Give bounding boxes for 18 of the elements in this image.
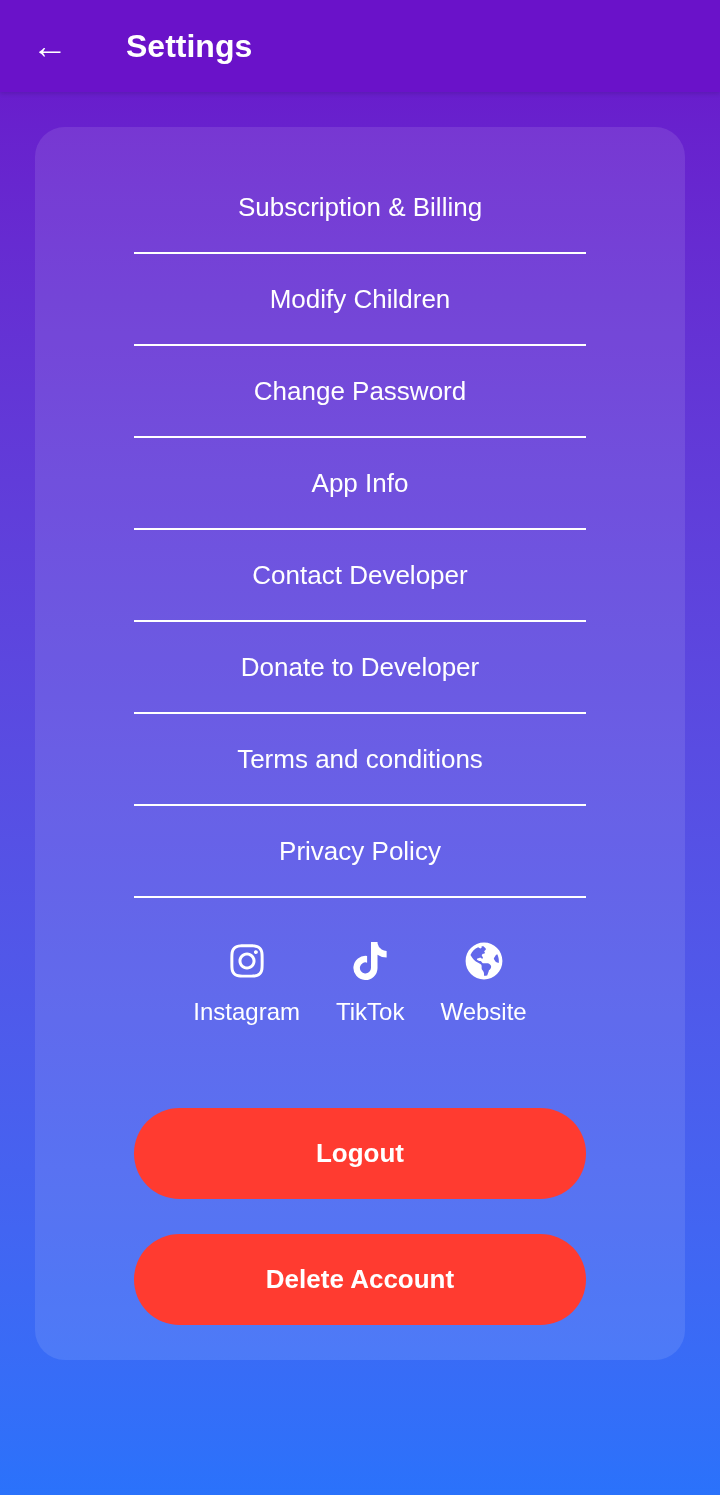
globe-icon — [464, 942, 503, 980]
menu-item[interactable]: Subscription & Billing — [134, 162, 586, 254]
menu-item[interactable]: Contact Developer — [134, 530, 586, 622]
menu-item[interactable]: App Info — [134, 438, 586, 530]
tiktok-icon — [351, 942, 390, 980]
social-link[interactable]: TikTok — [336, 942, 405, 1030]
action-button[interactable]: Logout — [134, 1108, 586, 1199]
action-button[interactable]: Delete Account — [134, 1234, 586, 1325]
menu-item[interactable]: Modify Children — [134, 254, 586, 346]
menu-item[interactable]: Privacy Policy — [134, 806, 586, 898]
screen-title: Settings — [126, 27, 253, 66]
social-link[interactable]: Website — [440, 942, 527, 1030]
back-button[interactable]: ← — [32, 28, 68, 64]
instagram-icon — [227, 942, 266, 980]
menu-item[interactable]: Terms and conditions — [134, 714, 586, 806]
social-link[interactable]: Instagram — [193, 942, 300, 1030]
menu-item[interactable]: Change Password — [134, 346, 586, 438]
menu-item[interactable]: Donate to Developer — [134, 622, 586, 714]
